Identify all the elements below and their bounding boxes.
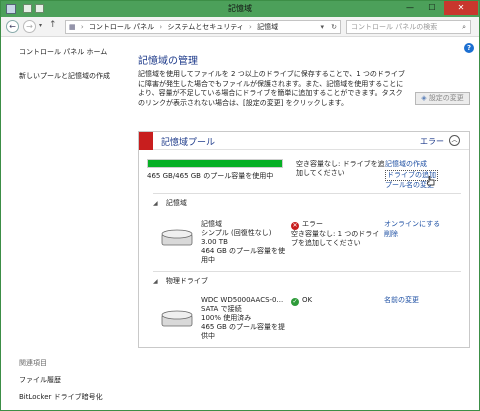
space-state: ✕ エラー 空き容量なし: 1 つのドライブを追加してください (291, 220, 385, 248)
search-placeholder: コントロール パネルの検索 (351, 23, 438, 31)
breadcrumb-item[interactable]: 記憶域 (257, 23, 278, 31)
address-dropdown-icon[interactable]: ▾ (320, 21, 324, 33)
link-file-history[interactable]: ファイル履歴 (19, 375, 139, 385)
create-space-link[interactable]: 記憶域の作成 (385, 160, 438, 170)
spaces-section-header[interactable]: ◢ 記憶域 (153, 198, 187, 208)
address-bar: ← → ▾ ↑ ▦ › コントロール パネル › システムとセキュリティ › 記… (1, 17, 479, 37)
search-input[interactable]: コントロール パネルの検索 ⌕ (346, 20, 471, 34)
minimize-button[interactable]: — (399, 1, 421, 15)
ok-check-icon: ✓ (291, 298, 299, 306)
hard-drive-icon (161, 310, 193, 327)
nav-link-home[interactable]: コントロール パネル ホーム (19, 47, 127, 57)
intro-text: 記憶域を使用してファイルを 2 つ以上のドライブに保存することで、1 つのドライ… (138, 70, 405, 107)
window: 記憶域 — ☐ ✕ ← → ▾ ↑ ▦ › コントロール パネル › システムと… (0, 0, 480, 411)
related-header: 関連項目 (19, 359, 47, 367)
control-panel-icon: ▦ (69, 23, 76, 31)
change-settings-button[interactable]: ◈ 設定の変更 (415, 92, 470, 105)
back-button[interactable]: ← (6, 20, 19, 33)
pool-usage-bar (147, 159, 283, 168)
search-icon[interactable]: ⌕ (462, 21, 466, 33)
spaces-section-label: 記憶域 (165, 199, 187, 207)
drive-details: WDC WD5000AACS-0... SATA で接続 100% 使用済み 4… (201, 296, 287, 341)
close-button[interactable]: ✕ (444, 1, 478, 15)
drive-provides: 465 GB のプール容量を提供中 (201, 323, 286, 340)
link-bitlocker[interactable]: BitLocker ドライブ暗号化 (19, 392, 139, 402)
error-stripe (139, 132, 153, 150)
collapse-chevron-icon[interactable]: ︿ (449, 135, 460, 146)
drive-state-label: OK (302, 296, 313, 304)
space-size: 3.00 TB (201, 238, 228, 246)
drive-actions: 名前の変更 (384, 296, 419, 306)
refresh-icon[interactable]: ↻ (331, 21, 337, 33)
error-icon: ✕ (291, 222, 299, 230)
nav-link-create-pool[interactable]: 新しいプールと記憶域の作成 (19, 71, 127, 81)
pool-status: エラー (420, 137, 444, 146)
storage-pool-panel: 記憶域プール エラー ︿ 465 GB/465 GB のプール容量を使用中 空き… (138, 131, 470, 348)
maximize-button[interactable]: ☐ (421, 1, 443, 15)
drives-section-header[interactable]: ◢ 物理ドライブ (153, 276, 208, 286)
space-actions: オンラインにする 削除 (384, 220, 440, 239)
recent-dropdown-icon[interactable]: ▾ (39, 22, 42, 29)
drive-used: 100% 使用済み (201, 314, 252, 322)
pool-usage-fill (148, 160, 282, 167)
breadcrumb-item[interactable]: コントロール パネル (89, 23, 154, 31)
left-navigation: コントロール パネル ホーム 新しいプールと記憶域の作成 (19, 47, 127, 95)
breadcrumb-item[interactable]: システムとセキュリティ (167, 23, 243, 31)
title-bar[interactable]: 記憶域 — ☐ ✕ (1, 1, 479, 17)
forward-button[interactable]: → (23, 20, 36, 33)
space-name: 記憶域 (201, 220, 222, 228)
change-settings-label: 設定の変更 (428, 94, 464, 102)
space-state-label: エラー (302, 220, 323, 228)
page-title: 記憶域の管理 (138, 56, 198, 67)
rename-drive-link[interactable]: 名前の変更 (384, 296, 419, 306)
space-usage: 464 GB のプール容量を使用中 (201, 247, 286, 264)
related-links: 関連項目 ファイル履歴 BitLocker ドライブ暗号化 (19, 358, 139, 409)
pool-status-message: 空き容量なし: ドライブを追加してください (296, 160, 385, 177)
storage-space-icon (161, 229, 193, 246)
hand-cursor-icon (427, 176, 435, 186)
drive-bus: SATA で接続 (201, 305, 242, 313)
drives-section-label: 物理ドライブ (165, 277, 208, 285)
delete-link[interactable]: 削除 (384, 230, 440, 240)
space-details: 記憶域 シンプル (回復性なし) 3.00 TB 464 GB のプール容量を使… (201, 220, 291, 265)
pool-title: 記憶域プール (161, 138, 216, 148)
drive-state: ✓ OK (291, 296, 312, 306)
collapse-triangle-icon: ◢ (153, 200, 158, 207)
space-state-message: 空き容量なし: 1 つのドライブを追加してください (291, 230, 380, 247)
pool-header[interactable]: 記憶域プール エラー ︿ (139, 132, 469, 150)
drive-name: WDC WD5000AACS-0... (201, 296, 284, 304)
space-layout: シンプル (回復性なし) (201, 229, 272, 237)
address-field[interactable]: ▦ › コントロール パネル › システムとセキュリティ › 記憶域 ▾ ↻ (65, 20, 341, 34)
up-button[interactable]: ↑ (49, 20, 57, 30)
help-icon[interactable]: ? (464, 43, 474, 53)
bring-online-link[interactable]: オンラインにする (384, 220, 440, 230)
collapse-triangle-icon: ◢ (153, 278, 158, 285)
shield-icon: ◈ (421, 94, 427, 102)
pool-usage-text: 465 GB/465 GB のプール容量を使用中 (147, 172, 274, 180)
